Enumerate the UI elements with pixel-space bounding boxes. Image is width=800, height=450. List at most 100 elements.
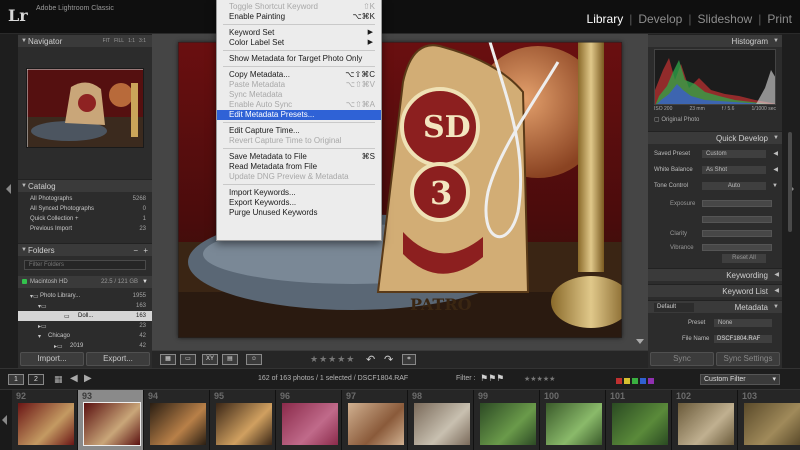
module-print[interactable]: Print bbox=[767, 12, 792, 26]
back-arrow-icon[interactable]: ◀ bbox=[70, 373, 78, 384]
primary-window-button[interactable]: 1 bbox=[8, 374, 24, 385]
folder-item[interactable]: ▸▭ 23 bbox=[18, 321, 152, 331]
grid-icon[interactable]: ▦ bbox=[54, 374, 63, 385]
green-label-icon[interactable] bbox=[632, 378, 638, 384]
filmstrip-status[interactable]: 162 of 163 photos / 1 selected / DSCF180… bbox=[258, 375, 408, 382]
yellow-label-icon[interactable] bbox=[624, 378, 630, 384]
keywording-header[interactable]: Keywording ◀ bbox=[648, 268, 782, 281]
white-balance-arrow-icon[interactable]: ◀ bbox=[773, 164, 778, 176]
folder-item-selected[interactable]: ▭ Doll... 163 bbox=[18, 311, 152, 321]
menu-item[interactable]: Edit Metadata Presets... bbox=[217, 110, 381, 120]
sync-settings-button[interactable]: Sync Settings bbox=[716, 352, 780, 366]
filmstrip-thumbnail[interactable]: 102 bbox=[672, 390, 738, 450]
menu-item[interactable]: Show Metadata for Target Photo Only bbox=[217, 54, 381, 64]
saved-preset-select[interactable]: Custom bbox=[702, 150, 766, 158]
menu-item[interactable]: Import Keywords... bbox=[217, 188, 381, 198]
auto-tone-button[interactable]: Auto bbox=[702, 182, 766, 190]
forward-arrow-icon[interactable]: ▶ bbox=[84, 373, 92, 384]
zoom-fill[interactable]: FILL bbox=[114, 35, 124, 48]
red-label-icon[interactable] bbox=[616, 378, 622, 384]
volume-menu-icon[interactable]: ▼ bbox=[142, 276, 148, 288]
filmstrip-thumbnail[interactable]: 95 bbox=[210, 390, 276, 450]
filmstrip-thumbnail[interactable]: 101 bbox=[606, 390, 672, 450]
add-folder-icon[interactable]: − bbox=[133, 244, 138, 257]
right-scrollbar[interactable] bbox=[788, 132, 792, 232]
filter-colors[interactable] bbox=[614, 377, 654, 386]
filmstrip-thumbnail[interactable]: 97 bbox=[342, 390, 408, 450]
tone-control-arrow-icon[interactable]: ▼ bbox=[772, 180, 778, 192]
filmstrip-thumbnail[interactable]: 98 bbox=[408, 390, 474, 450]
quick-develop-header[interactable]: Quick Develop ▼ bbox=[648, 131, 782, 144]
clarity-stepper[interactable] bbox=[702, 230, 772, 237]
add-folder-plus-icon[interactable]: + bbox=[143, 244, 148, 257]
filter-select[interactable]: Custom Filter ▾ bbox=[700, 374, 780, 385]
filmstrip-left-arrow-icon[interactable] bbox=[2, 415, 7, 425]
filmstrip-thumbnail[interactable]: 94 bbox=[144, 390, 210, 450]
purple-label-icon[interactable] bbox=[648, 378, 654, 384]
keyword-list-header[interactable]: Keyword List ◀ bbox=[648, 284, 782, 297]
catalog-item-all-photographs[interactable]: All Photographs 5268 bbox=[18, 194, 152, 204]
right-edge[interactable] bbox=[782, 34, 800, 368]
crop-overlay-icon[interactable]: ⌗ bbox=[402, 354, 416, 365]
filmstrip-thumbnail[interactable]: 99 bbox=[474, 390, 540, 450]
histogram-header[interactable]: Histogram ▼ bbox=[648, 34, 782, 47]
export-button[interactable]: Export... bbox=[86, 352, 150, 366]
menu-item[interactable]: Keyword Set ▶ bbox=[217, 28, 381, 38]
sync-metadata-button[interactable]: Sync bbox=[650, 352, 714, 366]
folder-filter-input[interactable]: Filter Folders bbox=[24, 260, 146, 270]
menu-item[interactable]: Export Keywords... bbox=[217, 198, 381, 208]
filter-flags[interactable]: ⚑⚑⚑ bbox=[480, 373, 504, 384]
filmstrip-thumbnail-selected[interactable]: 93 bbox=[78, 390, 144, 450]
compare-view-icon[interactable]: XY bbox=[202, 354, 218, 365]
saved-preset-arrow-icon[interactable]: ◀ bbox=[773, 148, 778, 160]
rotate-left-icon[interactable]: ↶ bbox=[366, 353, 375, 366]
white-balance-select[interactable]: As Shot bbox=[702, 166, 766, 174]
file-name-field[interactable]: DSCF1804.RAF bbox=[714, 335, 772, 343]
filmstrip-thumbnail[interactable]: 100 bbox=[540, 390, 606, 450]
reset-all-button[interactable]: Reset All bbox=[722, 254, 766, 263]
rotate-right-icon[interactable]: ↷ bbox=[384, 353, 393, 366]
catalog-item-quick-collection[interactable]: Quick Collection + 1 bbox=[18, 214, 152, 224]
volume-row[interactable]: Macintosh HD 22.5 / 121 GB ▼ bbox=[18, 276, 152, 288]
menu-item[interactable]: Color Label Set ▶ bbox=[217, 38, 381, 48]
menu-item[interactable]: Save Metadata to File ⌘S bbox=[217, 152, 381, 162]
left-edge[interactable] bbox=[0, 34, 18, 368]
module-library[interactable]: Library bbox=[587, 12, 624, 26]
metadata-header[interactable]: Default Metadata ▼ bbox=[648, 300, 782, 313]
folder-item[interactable]: ▸▭ 2019 42 bbox=[18, 341, 152, 351]
filter-stars[interactable]: ★★★★★ bbox=[524, 375, 555, 383]
blue-label-icon[interactable] bbox=[640, 378, 646, 384]
catalog-item-previous-import[interactable]: Previous Import 23 bbox=[18, 224, 152, 234]
grid-view-icon[interactable]: ▦ bbox=[160, 354, 176, 365]
exposure-stepper[interactable] bbox=[702, 200, 772, 207]
metadata-default-select[interactable]: Default bbox=[654, 303, 694, 312]
zoom-3-1[interactable]: 3:1 bbox=[139, 35, 146, 48]
toggle-toolbar-icon[interactable] bbox=[636, 339, 644, 344]
collapse-left-arrow-icon[interactable] bbox=[6, 184, 11, 194]
menu-item[interactable]: Edit Capture Time... bbox=[217, 126, 381, 136]
filmstrip-thumbnail[interactable]: 103 bbox=[738, 390, 800, 450]
secondary-window-button[interactable]: 2 bbox=[28, 374, 44, 385]
folders-header[interactable]: ▼ Folders − + bbox=[18, 243, 152, 256]
folder-item[interactable]: ▾▭ Photo Library... 1955 bbox=[18, 291, 152, 301]
secondary-stepper[interactable] bbox=[702, 216, 772, 223]
vibrance-stepper[interactable] bbox=[702, 244, 772, 251]
zoom-1-1[interactable]: 1:1 bbox=[128, 35, 135, 48]
menu-item[interactable]: Enable Painting ⌥⌘K bbox=[217, 12, 381, 22]
people-view-icon[interactable]: ☺ bbox=[246, 354, 262, 365]
menu-item[interactable]: Purge Unused Keywords bbox=[217, 208, 381, 218]
survey-view-icon[interactable]: ▤ bbox=[222, 354, 238, 365]
histogram-graph[interactable] bbox=[654, 49, 776, 105]
import-button[interactable]: Import... bbox=[20, 352, 84, 366]
filmstrip-thumbnail[interactable]: 92 bbox=[12, 390, 78, 450]
star-rating[interactable]: ★★★★★ bbox=[310, 354, 355, 365]
module-slideshow[interactable]: Slideshow bbox=[697, 12, 752, 26]
menu-item[interactable]: Copy Metadata... ⌥⇧⌘C bbox=[217, 70, 381, 80]
zoom-fit[interactable]: FIT bbox=[103, 35, 111, 48]
navigator-header[interactable]: ▼ Navigator FIT FILL 1:1 3:1 bbox=[18, 34, 152, 47]
filmstrip-thumbnail[interactable]: 96 bbox=[276, 390, 342, 450]
catalog-header[interactable]: ▼ Catalog bbox=[18, 179, 152, 192]
checkbox-icon[interactable]: ▢ bbox=[654, 117, 660, 123]
folder-item[interactable]: ▾▭ 163 bbox=[18, 301, 152, 311]
original-photo-toggle[interactable]: ▢ Original Photo bbox=[654, 116, 699, 123]
